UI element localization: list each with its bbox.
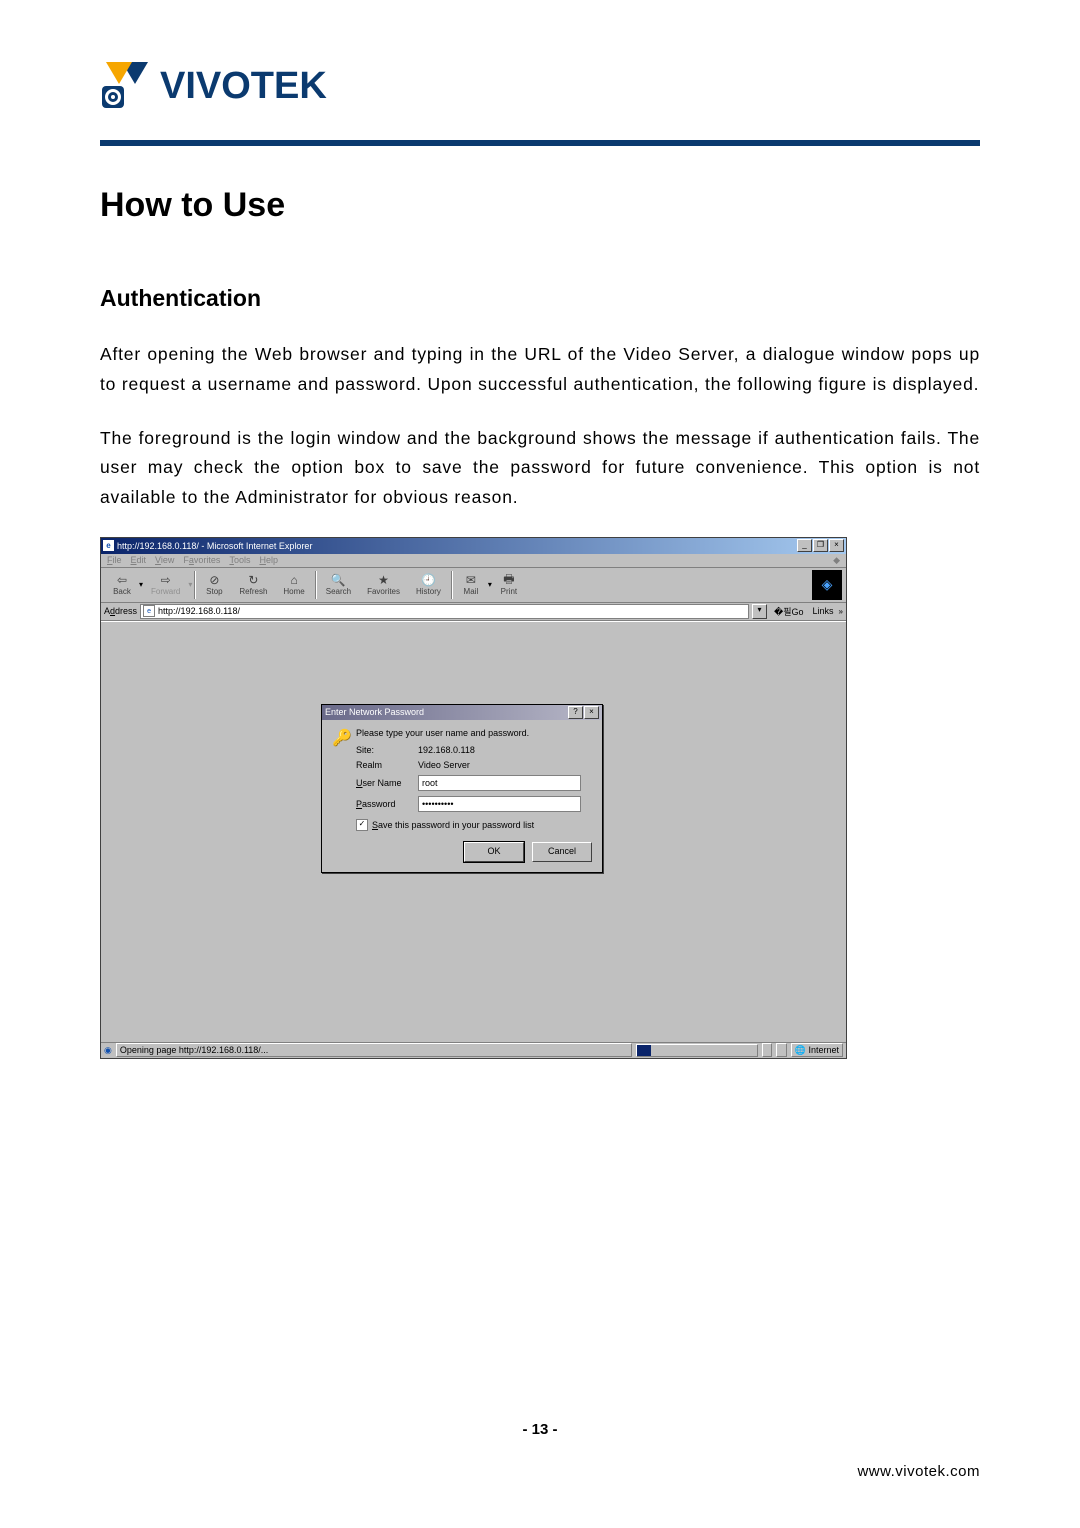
status-page-icon: ◉ xyxy=(104,1045,112,1056)
ie-viewport: Enter Network Password ? × 🔑 Please type… xyxy=(101,621,846,1042)
site-value: 192.168.0.118 xyxy=(418,745,592,755)
globe-icon: 🌐 xyxy=(795,1045,806,1056)
toolbar-forward[interactable]: ⇨ Forward xyxy=(143,573,188,596)
realm-label: Realm xyxy=(356,760,418,770)
page-number: - 13 - xyxy=(0,1421,1080,1438)
username-label: User Name xyxy=(356,778,418,788)
print-icon: 🖶 xyxy=(500,573,518,587)
toolbar-back[interactable]: ⇦ Back xyxy=(105,573,139,596)
page-title: How to Use xyxy=(100,186,980,225)
address-input[interactable]: e http://192.168.0.118/ xyxy=(140,604,749,619)
section-title: Authentication xyxy=(100,285,980,312)
ie-toolbar: ⇦ Back ▾ ⇨ Forward ▾ ⊘ Stop ↻ Refresh xyxy=(101,568,846,603)
address-label: Address xyxy=(104,606,137,616)
progress-bar xyxy=(636,1044,758,1057)
forward-arrow-icon: ⇨ xyxy=(157,573,175,587)
history-icon: 🕘 xyxy=(419,573,437,587)
ie-titlebar: e http://192.168.0.118/ - Microsoft Inte… xyxy=(101,538,846,554)
ie-brand-icon: ◈ xyxy=(812,570,842,600)
status-pane xyxy=(776,1043,787,1057)
toolbar-print[interactable]: 🖶 Print xyxy=(492,573,526,596)
menu-help[interactable]: Help xyxy=(259,555,278,566)
refresh-icon: ↻ xyxy=(244,573,262,587)
dialog-close-button[interactable]: × xyxy=(584,706,599,719)
ie-menubar: File Edit View Favorites Tools Help ◆ xyxy=(101,554,846,568)
keys-icon: 🔑 xyxy=(332,728,356,748)
menu-edit[interactable]: Edit xyxy=(131,555,147,566)
page-icon: e xyxy=(143,605,155,617)
menu-favorites[interactable]: Favorites xyxy=(183,555,220,566)
stop-icon: ⊘ xyxy=(205,573,223,587)
logo-wordmark: VIVOTEK xyxy=(160,65,327,108)
password-input[interactable]: •••••••••• xyxy=(418,796,581,812)
menu-file[interactable]: File xyxy=(107,555,122,566)
toolbar-favorites[interactable]: ★ Favorites xyxy=(359,573,408,596)
dialog-help-button[interactable]: ? xyxy=(568,706,583,719)
back-arrow-icon: ⇦ xyxy=(113,573,131,587)
header-divider xyxy=(100,140,980,146)
ie-throbber-icon: ◆ xyxy=(833,555,840,566)
save-password-checkbox[interactable]: ✓ xyxy=(356,819,368,831)
ie-addressbar: Address e http://192.168.0.118/ ▾ �필Go L… xyxy=(101,603,846,621)
close-button[interactable]: × xyxy=(829,539,844,552)
status-text: Opening page http://192.168.0.118/... xyxy=(116,1043,632,1057)
progress-fill xyxy=(637,1045,651,1056)
links-chevron-icon[interactable]: » xyxy=(839,607,843,616)
ie-statusbar: ◉ Opening page http://192.168.0.118/... … xyxy=(101,1042,846,1058)
toolbar-stop[interactable]: ⊘ Stop xyxy=(197,573,231,596)
toolbar-history[interactable]: 🕘 History xyxy=(408,573,449,596)
address-dropdown[interactable]: ▾ xyxy=(752,604,767,619)
username-input[interactable]: root xyxy=(418,775,581,791)
links-label[interactable]: Links xyxy=(811,606,836,616)
brand-logo: VIVOTEK xyxy=(100,60,980,112)
dialog-title: Enter Network Password xyxy=(325,707,568,717)
menu-view[interactable]: View xyxy=(155,555,174,566)
ok-button[interactable]: OK xyxy=(464,842,524,862)
dialog-prompt: Please type your user name and password. xyxy=(356,728,592,738)
login-dialog: Enter Network Password ? × 🔑 Please type… xyxy=(321,704,603,873)
ie-title-text: http://192.168.0.118/ - Microsoft Intern… xyxy=(117,541,797,551)
logo-mark-icon xyxy=(100,60,154,112)
ie-window: e http://192.168.0.118/ - Microsoft Inte… xyxy=(100,537,847,1059)
maximize-button[interactable]: ❐ xyxy=(813,539,828,552)
search-icon: 🔍 xyxy=(329,573,347,587)
zone-indicator: 🌐 Internet xyxy=(791,1043,843,1057)
footer-url: www.vivotek.com xyxy=(857,1463,980,1480)
dialog-titlebar: Enter Network Password ? × xyxy=(322,705,602,720)
realm-value: Video Server xyxy=(418,760,592,770)
mail-icon: ✉ xyxy=(462,573,480,587)
save-password-label: Save this password in your password list xyxy=(372,820,534,830)
minimize-button[interactable]: _ xyxy=(797,539,812,552)
status-pane xyxy=(762,1043,773,1057)
ie-app-icon: e xyxy=(103,540,114,551)
password-label: Password xyxy=(356,799,418,809)
go-button[interactable]: �필Go xyxy=(770,605,808,618)
cancel-button[interactable]: Cancel xyxy=(532,842,592,862)
site-label: Site: xyxy=(356,745,418,755)
menu-tools[interactable]: Tools xyxy=(229,555,250,566)
toolbar-search[interactable]: 🔍 Search xyxy=(318,573,359,596)
toolbar-mail[interactable]: ✉ Mail xyxy=(454,573,488,596)
home-icon: ⌂ xyxy=(285,573,303,587)
toolbar-home[interactable]: ⌂ Home xyxy=(275,573,312,596)
embedded-screenshot: e http://192.168.0.118/ - Microsoft Inte… xyxy=(100,537,845,1059)
toolbar-refresh[interactable]: ↻ Refresh xyxy=(231,573,275,596)
favorites-icon: ★ xyxy=(375,573,393,587)
paragraph-1: After opening the Web browser and typing… xyxy=(100,340,980,400)
paragraph-2: The foreground is the login window and t… xyxy=(100,424,980,513)
